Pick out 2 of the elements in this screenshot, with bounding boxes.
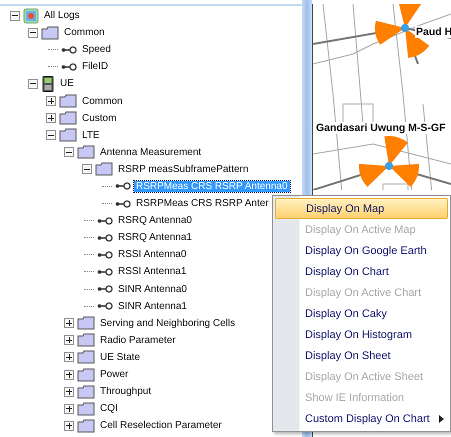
map-label: Paud H: [415, 26, 451, 38]
map-label: Gandasari Uwung M-S-GF: [315, 122, 447, 134]
